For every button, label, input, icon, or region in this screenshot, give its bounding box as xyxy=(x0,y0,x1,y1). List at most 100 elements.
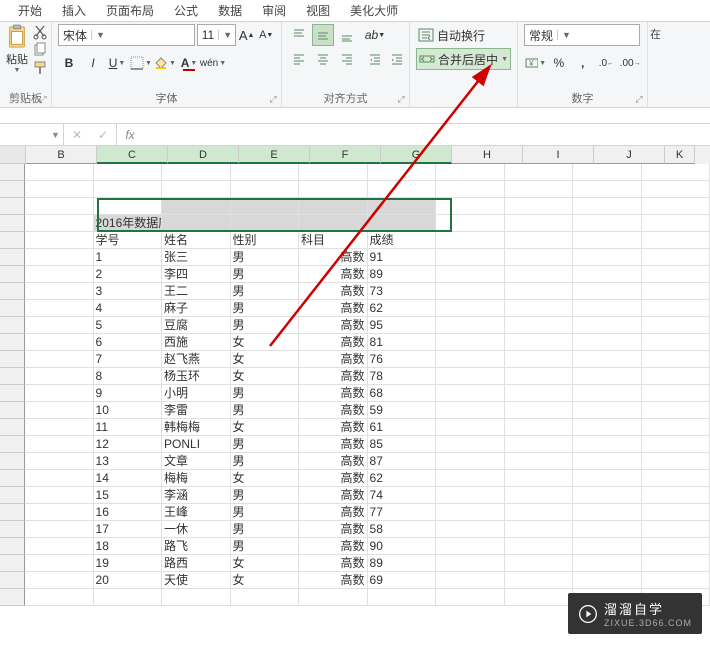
cell[interactable]: 麻子 xyxy=(162,300,231,317)
cell[interactable] xyxy=(25,555,94,572)
cell[interactable] xyxy=(573,419,642,436)
row-header[interactable] xyxy=(0,385,25,402)
cell[interactable]: 4 xyxy=(94,300,163,317)
cell[interactable] xyxy=(94,198,163,215)
cell[interactable] xyxy=(573,198,642,215)
row-header[interactable] xyxy=(0,215,25,232)
cell[interactable] xyxy=(436,249,505,266)
cell[interactable]: 11 xyxy=(94,419,163,436)
cell[interactable]: 女 xyxy=(231,419,300,436)
cell[interactable] xyxy=(505,402,574,419)
copy-button[interactable] xyxy=(32,42,48,58)
cell[interactable]: 女 xyxy=(231,351,300,368)
cell[interactable] xyxy=(573,232,642,249)
cell[interactable] xyxy=(25,300,94,317)
cell[interactable]: 路西 xyxy=(162,555,231,572)
cell[interactable] xyxy=(573,453,642,470)
cell[interactable] xyxy=(642,300,710,317)
cell[interactable]: 高数 xyxy=(299,419,368,436)
cell[interactable]: 高数 xyxy=(299,249,368,266)
cell[interactable]: 高数 xyxy=(299,504,368,521)
align-right-button[interactable] xyxy=(336,48,358,70)
cell[interactable] xyxy=(436,538,505,555)
row-header[interactable] xyxy=(0,487,25,504)
cell[interactable]: 男 xyxy=(231,317,300,334)
row-header[interactable] xyxy=(0,181,25,198)
cell[interactable] xyxy=(436,572,505,589)
cell[interactable] xyxy=(642,232,710,249)
cell[interactable] xyxy=(505,436,574,453)
cell[interactable]: 高数 xyxy=(299,385,368,402)
cell[interactable] xyxy=(299,198,368,215)
row-header[interactable] xyxy=(0,402,25,419)
cell[interactable] xyxy=(642,572,710,589)
row-header[interactable] xyxy=(0,266,25,283)
cell[interactable] xyxy=(505,181,574,198)
cell[interactable] xyxy=(25,334,94,351)
cell[interactable]: 74 xyxy=(368,487,437,504)
cell[interactable] xyxy=(642,368,710,385)
cell[interactable]: 文章 xyxy=(162,453,231,470)
cell[interactable]: 路飞 xyxy=(162,538,231,555)
cell[interactable] xyxy=(642,334,710,351)
cell[interactable]: 女 xyxy=(231,334,300,351)
cell[interactable] xyxy=(436,555,505,572)
cell[interactable] xyxy=(25,317,94,334)
orientation-button[interactable]: ab▼ xyxy=(364,24,386,46)
spreadsheet[interactable]: B C D E F G H I J K 2016年数据库高数成绩单学号姓名性别科… xyxy=(0,146,710,606)
decrease-font-button[interactable]: A▼ xyxy=(257,24,275,46)
cell[interactable]: 8 xyxy=(94,368,163,385)
cell[interactable]: 15 xyxy=(94,487,163,504)
cell[interactable]: 成绩 xyxy=(368,232,437,249)
cell[interactable] xyxy=(25,181,94,198)
cell[interactable] xyxy=(231,181,300,198)
cell[interactable]: 高数 xyxy=(299,283,368,300)
cell[interactable]: 科目 xyxy=(299,232,368,249)
cell[interactable] xyxy=(573,300,642,317)
cell[interactable] xyxy=(505,589,574,606)
cell[interactable]: 6 xyxy=(94,334,163,351)
row-header[interactable] xyxy=(0,572,25,589)
cell[interactable] xyxy=(368,589,437,606)
cell[interactable]: 高数 xyxy=(299,453,368,470)
row-header[interactable] xyxy=(0,232,25,249)
tab-insert[interactable]: 插入 xyxy=(52,0,96,21)
cell[interactable] xyxy=(25,572,94,589)
cell[interactable]: 20 xyxy=(94,572,163,589)
cell[interactable] xyxy=(642,283,710,300)
cell[interactable] xyxy=(231,164,300,181)
cell[interactable]: 58 xyxy=(368,521,437,538)
cell[interactable] xyxy=(505,504,574,521)
cell[interactable] xyxy=(505,300,574,317)
cell[interactable] xyxy=(368,181,437,198)
col-K[interactable]: K xyxy=(665,146,695,164)
cell[interactable] xyxy=(573,181,642,198)
cell[interactable]: 14 xyxy=(94,470,163,487)
font-launcher[interactable]: ⤢ xyxy=(267,93,279,105)
cell[interactable]: 90 xyxy=(368,538,437,555)
cell[interactable] xyxy=(573,402,642,419)
cell[interactable] xyxy=(25,215,94,232)
cell[interactable] xyxy=(505,385,574,402)
cell[interactable] xyxy=(436,300,505,317)
cell[interactable] xyxy=(642,181,710,198)
cell[interactable]: 杨玉环 xyxy=(162,368,231,385)
cell[interactable] xyxy=(573,368,642,385)
cell[interactable] xyxy=(436,453,505,470)
cell[interactable]: 78 xyxy=(368,368,437,385)
cell[interactable] xyxy=(231,198,300,215)
align-center-button[interactable] xyxy=(312,48,334,70)
cell[interactable] xyxy=(573,266,642,283)
row-header[interactable] xyxy=(0,504,25,521)
cell[interactable] xyxy=(642,487,710,504)
col-I[interactable]: I xyxy=(523,146,594,164)
increase-decimal-button[interactable]: .0← xyxy=(596,52,618,74)
cell[interactable]: 男 xyxy=(231,402,300,419)
tab-beautify[interactable]: 美化大师 xyxy=(340,0,408,21)
row-header[interactable] xyxy=(0,368,25,385)
col-E[interactable]: E xyxy=(239,146,310,164)
cell[interactable]: 85 xyxy=(368,436,437,453)
row-header[interactable] xyxy=(0,351,25,368)
cell[interactable] xyxy=(162,198,231,215)
tab-view[interactable]: 视图 xyxy=(296,0,340,21)
